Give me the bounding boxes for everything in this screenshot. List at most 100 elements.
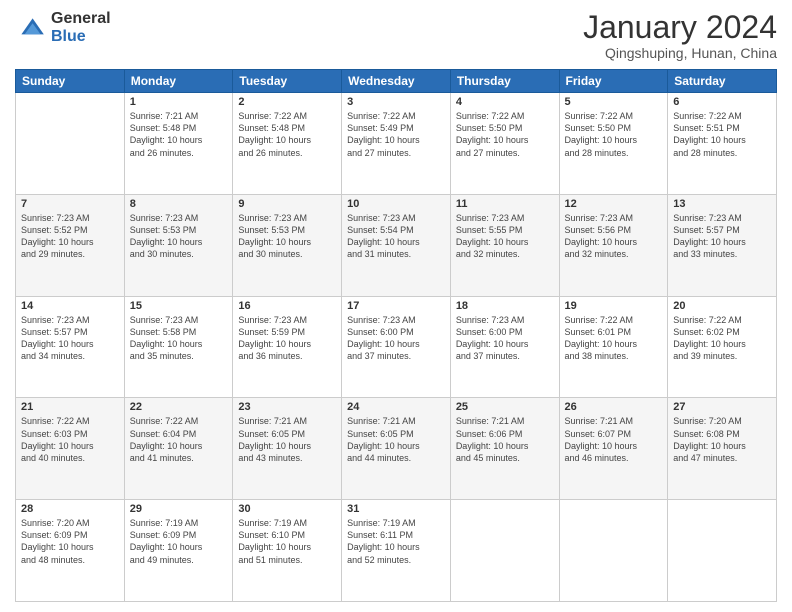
day-info: Sunrise: 7:23 AM Sunset: 5:55 PM Dayligh… [456,212,554,261]
calendar-cell: 11Sunrise: 7:23 AM Sunset: 5:55 PM Dayli… [450,194,559,296]
day-number: 25 [456,401,554,413]
calendar-cell: 16 Sunrise: 7:23 AM Sunset: 5:59 PM Dayli… [233,296,342,398]
day-number: 26 [565,401,663,413]
calendar-cell: 2Sunrise: 7:22 AM Sunset: 5:48 PM Daylig… [233,93,342,195]
day-number: 21 [21,401,119,413]
day-number: 23 [238,401,336,413]
calendar-cell: 10 Sunrise: 7:23 AM Sunset: 5:54 PM Dayli… [342,194,451,296]
day-info: Sunrise: 7:21 AM Sunset: 6:05 PM Dayligh… [238,415,336,464]
header-day-wednesday: Wednesday [342,70,451,93]
page: General Blue January 2024 Qingshuping, H… [0,0,792,612]
week-row-3: 14 Sunrise: 7:23 AM Sunset: 5:57 PM Dayli… [16,296,777,398]
calendar-cell: 28 Sunrise: 7:20 AM Sunset: 6:09 PM Dayli… [16,500,125,602]
calendar-cell: 19Sunrise: 7:22 AM Sunset: 6:01 PM Dayli… [559,296,668,398]
calendar-cell: 29 Sunrise: 7:19 AM Sunset: 6:09 PM Dayli… [124,500,233,602]
header-day-friday: Friday [559,70,668,93]
day-info: Sunrise: 7:22 AM Sunset: 5:51 PM Dayligh… [673,110,771,159]
day-info: Sunrise: 7:23 AM Sunset: 5:57 PM Dayligh… [21,314,119,363]
day-number: 30 [238,503,336,515]
day-info: Sunrise: 7:23 AM Sunset: 6:00 PM Dayligh… [456,314,554,363]
day-info: Sunrise: 7:22 AM Sunset: 5:49 PM Dayligh… [347,110,445,159]
day-number: 15 [130,300,228,312]
day-info: Sunrise: 7:19 AM Sunset: 6:10 PM Dayligh… [238,517,336,566]
day-info: Sunrise: 7:22 AM Sunset: 6:04 PM Dayligh… [130,415,228,464]
calendar-cell: 12 Sunrise: 7:23 AM Sunset: 5:56 PM Dayli… [559,194,668,296]
day-number: 14 [21,300,119,312]
day-info: Sunrise: 7:23 AM Sunset: 5:56 PM Dayligh… [565,212,663,261]
calendar-cell: 9Sunrise: 7:23 AM Sunset: 5:53 PM Daylig… [233,194,342,296]
day-number: 31 [347,503,445,515]
day-number: 5 [565,96,663,108]
day-info: Sunrise: 7:21 AM Sunset: 6:05 PM Dayligh… [347,415,445,464]
calendar-table: SundayMondayTuesdayWednesdayThursdayFrid… [15,69,777,602]
week-row-2: 7 Sunrise: 7:23 AM Sunset: 5:52 PM Daylig… [16,194,777,296]
day-number: 4 [456,96,554,108]
day-info: Sunrise: 7:22 AM Sunset: 5:50 PM Dayligh… [565,110,663,159]
day-info: Sunrise: 7:22 AM Sunset: 6:02 PM Dayligh… [673,314,771,363]
header-day-tuesday: Tuesday [233,70,342,93]
day-number: 12 [565,198,663,210]
logo: General Blue [15,10,111,45]
day-number: 3 [347,96,445,108]
day-number: 28 [21,503,119,515]
calendar-cell: 20 Sunrise: 7:22 AM Sunset: 6:02 PM Dayli… [668,296,777,398]
day-number: 22 [130,401,228,413]
day-number: 16 [238,300,336,312]
day-info: Sunrise: 7:19 AM Sunset: 6:09 PM Dayligh… [130,517,228,566]
day-info: Sunrise: 7:23 AM Sunset: 5:53 PM Dayligh… [130,212,228,261]
calendar-cell: 4Sunrise: 7:22 AM Sunset: 5:50 PM Daylig… [450,93,559,195]
calendar-body: 1Sunrise: 7:21 AM Sunset: 5:48 PM Daylig… [16,93,777,602]
calendar-cell: 27Sunrise: 7:20 AM Sunset: 6:08 PM Dayli… [668,398,777,500]
calendar-cell: 1Sunrise: 7:21 AM Sunset: 5:48 PM Daylig… [124,93,233,195]
day-info: Sunrise: 7:23 AM Sunset: 5:54 PM Dayligh… [347,212,445,261]
calendar-cell: 3 Sunrise: 7:22 AM Sunset: 5:49 PM Daylig… [342,93,451,195]
day-number: 9 [238,198,336,210]
month-title: January 2024 [583,10,777,45]
day-number: 8 [130,198,228,210]
calendar-cell: 23 Sunrise: 7:21 AM Sunset: 6:05 PM Dayli… [233,398,342,500]
calendar-cell: 30 Sunrise: 7:19 AM Sunset: 6:10 PM Dayli… [233,500,342,602]
calendar-cell [450,500,559,602]
day-number: 27 [673,401,771,413]
calendar-cell: 22 Sunrise: 7:22 AM Sunset: 6:04 PM Dayli… [124,398,233,500]
calendar-cell [559,500,668,602]
day-info: Sunrise: 7:20 AM Sunset: 6:09 PM Dayligh… [21,517,119,566]
day-info: Sunrise: 7:23 AM Sunset: 5:58 PM Dayligh… [130,314,228,363]
calendar-cell: 18Sunrise: 7:23 AM Sunset: 6:00 PM Dayli… [450,296,559,398]
calendar-cell: 15 Sunrise: 7:23 AM Sunset: 5:58 PM Dayli… [124,296,233,398]
calendar-cell: 21Sunrise: 7:22 AM Sunset: 6:03 PM Dayli… [16,398,125,500]
day-number: 7 [21,198,119,210]
header-day-saturday: Saturday [668,70,777,93]
day-info: Sunrise: 7:19 AM Sunset: 6:11 PM Dayligh… [347,517,445,566]
title-block: January 2024 Qingshuping, Hunan, China [583,10,777,61]
calendar-cell: 31 Sunrise: 7:19 AM Sunset: 6:11 PM Dayli… [342,500,451,602]
day-info: Sunrise: 7:23 AM Sunset: 6:00 PM Dayligh… [347,314,445,363]
day-info: Sunrise: 7:23 AM Sunset: 5:57 PM Dayligh… [673,212,771,261]
day-number: 29 [130,503,228,515]
day-number: 13 [673,198,771,210]
calendar-cell [668,500,777,602]
calendar-cell: 6Sunrise: 7:22 AM Sunset: 5:51 PM Daylig… [668,93,777,195]
week-row-1: 1Sunrise: 7:21 AM Sunset: 5:48 PM Daylig… [16,93,777,195]
day-info: Sunrise: 7:23 AM Sunset: 5:52 PM Dayligh… [21,212,119,261]
day-number: 17 [347,300,445,312]
header-day-thursday: Thursday [450,70,559,93]
day-info: Sunrise: 7:23 AM Sunset: 5:59 PM Dayligh… [238,314,336,363]
day-number: 10 [347,198,445,210]
header: General Blue January 2024 Qingshuping, H… [15,10,777,61]
logo-icon [15,12,47,44]
calendar-cell: 26 Sunrise: 7:21 AM Sunset: 6:07 PM Dayli… [559,398,668,500]
calendar-cell: 14 Sunrise: 7:23 AM Sunset: 5:57 PM Dayli… [16,296,125,398]
day-number: 20 [673,300,771,312]
day-number: 19 [565,300,663,312]
calendar-cell: 8 Sunrise: 7:23 AM Sunset: 5:53 PM Daylig… [124,194,233,296]
day-info: Sunrise: 7:21 AM Sunset: 6:07 PM Dayligh… [565,415,663,464]
calendar-header-row: SundayMondayTuesdayWednesdayThursdayFrid… [16,70,777,93]
day-number: 24 [347,401,445,413]
day-number: 2 [238,96,336,108]
day-number: 1 [130,96,228,108]
location: Qingshuping, Hunan, China [583,45,777,61]
calendar-cell: 5 Sunrise: 7:22 AM Sunset: 5:50 PM Daylig… [559,93,668,195]
day-info: Sunrise: 7:21 AM Sunset: 6:06 PM Dayligh… [456,415,554,464]
header-day-sunday: Sunday [16,70,125,93]
